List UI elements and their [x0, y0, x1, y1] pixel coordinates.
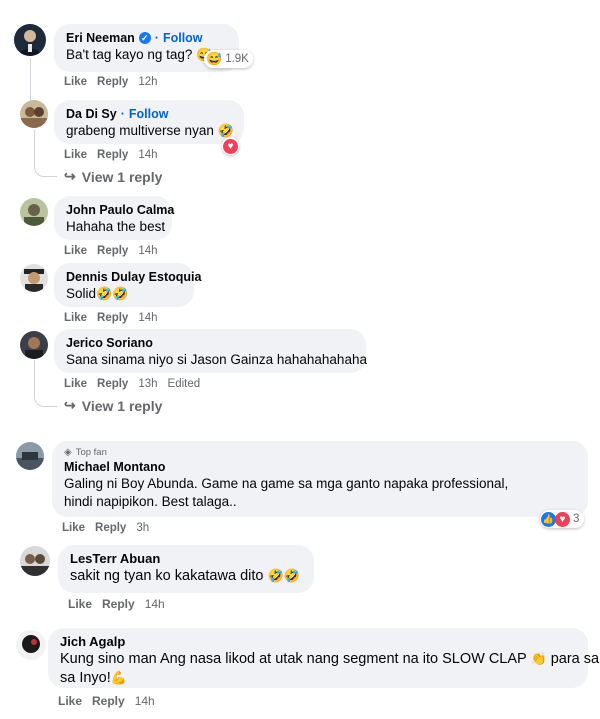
timestamp[interactable]: 3h [136, 521, 149, 535]
like-button[interactable]: Like [68, 597, 92, 611]
comment-bubble: Dennis Dulay Estoquia Solid🤣🤣 [54, 263, 201, 307]
top-fan-badge: Top fan [75, 447, 107, 458]
comment-bubble: Jich Agalp Kung sino man Ang nasa likod … [48, 628, 600, 688]
comment-bubble: LesTerr Abuan sakit ng tyan ko kakatawa … [58, 545, 314, 593]
comment-text: Kung sino man Ang nasa likod at utak nan… [60, 651, 527, 667]
edited-label: Edited [167, 378, 201, 390]
reaction-summary[interactable]: ♥ [222, 137, 239, 155]
avatar[interactable] [20, 546, 50, 576]
thread-connector [34, 130, 57, 177]
rofl-emoji-icon: 🤣🤣 [96, 286, 129, 301]
comment-text: Sana sinama niyo si Jason Gainza hahahah… [66, 352, 367, 367]
like-reaction-icon: 👍 [541, 511, 556, 527]
commenter-name[interactable]: Jich Agalp [60, 634, 125, 650]
commenter-name[interactable]: John Paulo Calma [66, 202, 174, 218]
comment-text-line2: sa Inyo! [60, 670, 111, 686]
like-button[interactable]: Like [64, 244, 87, 258]
follow-button[interactable]: Follow [129, 106, 169, 122]
commenter-name[interactable]: LesTerr Abuan [70, 551, 160, 567]
comment-text: Ba't tag kayo ng tag? [66, 47, 193, 62]
timestamp[interactable]: 14h [138, 311, 157, 325]
reply-arrow-icon: ↪ [64, 397, 76, 413]
heart-reaction-icon: ♥ [555, 511, 570, 527]
like-button[interactable]: Like [58, 694, 82, 708]
view-replies-label: View 1 reply [81, 168, 163, 185]
view-replies-label: View 1 reply [81, 397, 163, 414]
commenter-name[interactable]: Eri Neeman [66, 30, 135, 46]
rofl-emoji-icon: 🤣 [217, 123, 234, 138]
comment-bubble: Jerico Soriano Sana sinama niyo si Jason… [54, 329, 367, 373]
commenter-name[interactable]: Da Di Sy [66, 106, 117, 122]
like-button[interactable]: Like [64, 311, 87, 325]
comment-text: Solid [66, 286, 97, 301]
reply-button[interactable]: Reply [97, 148, 128, 162]
reply-button[interactable]: Reply [97, 75, 128, 89]
flexed-biceps-emoji-icon: 💪 [110, 670, 127, 685]
timestamp[interactable]: 14h [145, 597, 165, 611]
like-button[interactable]: Like [64, 377, 87, 391]
commenter-name[interactable]: Michael Montano [64, 459, 165, 475]
comment-text: Hahaha the best [66, 219, 166, 234]
avatar[interactable] [20, 331, 48, 359]
comment-text-continued: para sa iyo I [550, 651, 600, 667]
avatar[interactable] [20, 264, 48, 292]
avatar[interactable] [16, 442, 44, 470]
reply-button[interactable]: Reply [97, 377, 128, 391]
clap-emoji-icon: 👏 [530, 651, 547, 666]
avatar[interactable] [14, 24, 46, 56]
comment-bubble: ◈ Top fan Michael Montano Galing ni Boy … [52, 441, 588, 517]
comment-text: sakit ng tyan ko kakatawa dito [70, 568, 264, 584]
timestamp[interactable]: 14h [135, 694, 155, 708]
verified-badge-icon: ✓ [138, 32, 151, 44]
like-button[interactable]: Like [64, 148, 87, 162]
reply-button[interactable]: Reply [92, 694, 125, 708]
comment-text: grabeng multiverse nyan [66, 123, 214, 138]
avatar[interactable] [16, 630, 46, 660]
comment-bubble: Da Di Sy · Follow grabeng multiverse nya… [54, 100, 244, 144]
timestamp[interactable]: 12h [138, 75, 157, 89]
reply-button[interactable]: Reply [95, 521, 126, 535]
heart-reaction-icon: ♥ [223, 138, 238, 154]
reply-button[interactable]: Reply [97, 311, 128, 325]
avatar[interactable] [20, 198, 48, 226]
avatar[interactable] [20, 100, 48, 128]
view-replies-button[interactable]: ↪ View 1 reply [64, 168, 162, 185]
timestamp[interactable]: 14h [138, 148, 157, 162]
reply-arrow-icon: ↪ [64, 168, 76, 184]
haha-reaction-icon: 😅 [206, 51, 223, 66]
reaction-count: 1.9K [225, 53, 249, 65]
commenter-name[interactable]: Dennis Dulay Estoquia [66, 269, 201, 285]
like-button[interactable]: Like [62, 521, 85, 535]
thread-connector [34, 360, 57, 407]
comment-text: Galing ni Boy Abunda. Game na game sa mg… [64, 476, 509, 509]
reaction-summary[interactable]: 😅 1.9K [204, 50, 253, 68]
reaction-count: 3 [573, 513, 580, 525]
follow-button[interactable]: Follow [163, 30, 203, 46]
reply-button[interactable]: Reply [102, 597, 135, 611]
view-replies-button[interactable]: ↪ View 1 reply [64, 397, 162, 414]
diamond-icon: ◈ [64, 447, 72, 458]
rofl-emoji-icon: 🤣🤣 [267, 568, 300, 583]
reply-button[interactable]: Reply [97, 244, 128, 258]
comment-bubble: John Paulo Calma Hahaha the best [54, 196, 174, 240]
timestamp[interactable]: 13h [138, 377, 157, 391]
reaction-summary[interactable]: 👍 ♥ 3 [540, 510, 585, 528]
timestamp[interactable]: 14h [138, 244, 157, 258]
commenter-name[interactable]: Jerico Soriano [66, 335, 153, 351]
like-button[interactable]: Like [64, 75, 87, 89]
